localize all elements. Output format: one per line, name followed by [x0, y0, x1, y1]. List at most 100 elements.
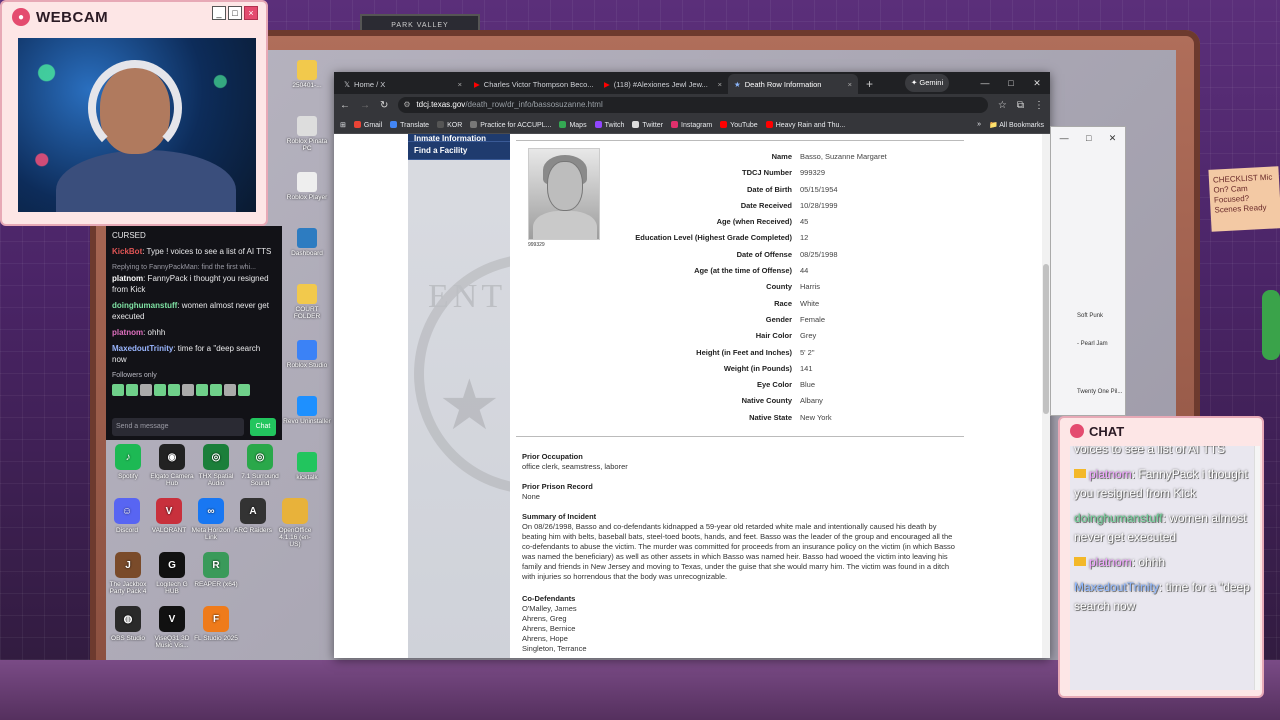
bookmark-star-icon[interactable]: ☆	[998, 100, 1007, 111]
desktop-icon[interactable]: COURT FOLDER	[282, 284, 332, 336]
nav-find-a-facility[interactable]: Find a Facility	[408, 142, 510, 160]
desktop-app[interactable]: ◉ Elgato Camera Hub	[150, 442, 194, 496]
kor-icon	[437, 120, 445, 128]
chat-username[interactable]: MaxedoutTrinity	[112, 344, 173, 353]
emote-icon[interactable]	[196, 384, 208, 396]
desktop-app[interactable]: A ARC Raiders	[232, 496, 274, 550]
desktop-icon[interactable]: Roblox Studio	[282, 340, 332, 392]
chat-message: CURSED	[112, 231, 146, 240]
new-tab-button[interactable]: +	[858, 74, 881, 94]
extensions-icon[interactable]: ⧉	[1017, 100, 1024, 111]
desktop-app[interactable]: V ViseQ31 3D Music Vis...	[150, 604, 194, 658]
meta-icon: ∞	[198, 498, 224, 524]
desktop-app[interactable]: ◍ OBS Studio	[106, 604, 150, 658]
chat-message-input[interactable]: Send a message	[112, 418, 244, 436]
desktop-app[interactable]: OpenOffice 4.1.16 (en-US)	[274, 496, 316, 550]
back-icon[interactable]: ←	[340, 100, 350, 111]
close-icon[interactable]: ×	[458, 80, 462, 89]
all-bookmarks[interactable]: 📁 All Bookmarks	[989, 121, 1044, 129]
emote-icon[interactable]	[140, 384, 152, 396]
minimize-icon[interactable]: —	[1060, 133, 1069, 143]
bookmark-item[interactable]: KOR	[437, 120, 462, 129]
desktop-icon[interactable]: 250401-...	[282, 60, 332, 112]
menu-icon[interactable]: ⋮	[1034, 100, 1044, 111]
bookmark-item[interactable]: Twitch	[594, 120, 624, 129]
bookmark-item[interactable]: YouTube	[720, 120, 758, 129]
emote-icon[interactable]	[238, 384, 250, 396]
desktop-icon[interactable]: Roblox Player	[282, 172, 332, 224]
emote-icon[interactable]	[126, 384, 138, 396]
desktop-app[interactable]: ◎ 7.1 Surround Sound	[238, 442, 282, 496]
desktop-icon[interactable]: Roblox Pinata PC	[282, 116, 332, 168]
address-bar[interactable]: ⚙ tdcj.texas.gov/death_row/dr_info/basso…	[398, 97, 988, 113]
desktop-app[interactable]: G Logitech G HUB	[150, 550, 194, 604]
bookmark-item[interactable]: Heavy Rain and Thu...	[765, 120, 845, 129]
close-icon[interactable]: ✕	[1024, 78, 1050, 89]
emote-icon[interactable]	[168, 384, 180, 396]
page-scrollbar[interactable]	[1042, 134, 1050, 658]
chat-line: platnom: FannyPack i thought you resigne…	[1074, 467, 1248, 500]
folder-icon	[297, 284, 317, 304]
chat-overlay-header: CHAT	[1060, 418, 1262, 444]
emote-icon[interactable]	[154, 384, 166, 396]
emote-icon[interactable]	[112, 384, 124, 396]
desktop-icon[interactable]: Revo Uninstaller	[282, 396, 332, 448]
bookmark-item[interactable]: Instagram	[671, 120, 712, 129]
list-item[interactable]: Twenty One Pil...	[1077, 389, 1122, 395]
more-bookmarks-icon[interactable]: »	[977, 121, 981, 128]
info-row: Height (in Feet and Inches) 5' 2"	[696, 347, 815, 357]
list-item[interactable]: - Pearl Jam	[1077, 341, 1108, 347]
bookmark-item[interactable]: Gmail	[353, 120, 382, 129]
headphones	[88, 60, 182, 156]
file-icon	[297, 116, 317, 136]
reload-icon[interactable]: ↻	[380, 100, 388, 111]
site-info-icon[interactable]: ⚙	[403, 97, 410, 113]
tab-youtube-1[interactable]: ▶Charles Victor Thompson Beco...×	[468, 74, 598, 94]
desktop-app[interactable]: V VALORANT	[148, 496, 190, 550]
tab-death-row-information[interactable]: ★ Death Row Information ×	[728, 74, 858, 94]
emote-icon[interactable]	[210, 384, 222, 396]
list-item[interactable]: Soft Punk	[1077, 313, 1103, 319]
nav-inmate-information[interactable]: Inmate Information	[408, 134, 510, 142]
chat-send-button[interactable]: Chat	[250, 418, 276, 436]
close-icon[interactable]: ×	[848, 80, 852, 89]
desktop-app[interactable]: ∞ Meta Horizon Link	[190, 496, 232, 550]
desktop-app[interactable]: R REAPER (x64)	[194, 550, 238, 604]
scroll-thumb[interactable]	[1043, 264, 1049, 414]
youtube-icon	[720, 120, 728, 128]
bookmark-item[interactable]: Practice for ACCUPL...	[470, 120, 551, 129]
bookmark-item[interactable]: Twitter	[632, 120, 663, 129]
desktop-app[interactable]: ☺ Discord	[106, 496, 148, 550]
forward-icon[interactable]: →	[360, 100, 370, 111]
desktop-icon[interactable]: Dashboard	[282, 228, 332, 280]
maximize-icon[interactable]: □	[998, 78, 1024, 89]
close-icon[interactable]: ✕	[1109, 133, 1117, 144]
desktop-app[interactable]: J The Jackbox Party Pack 4	[106, 550, 150, 604]
bookmark-item[interactable]: Maps	[559, 120, 587, 129]
emote-icon[interactable]	[224, 384, 236, 396]
minimize-icon[interactable]: —	[972, 78, 998, 89]
maximize-icon: □	[228, 6, 242, 20]
maximize-icon[interactable]: □	[1086, 133, 1091, 143]
chat-username[interactable]: platnom	[112, 274, 143, 283]
window-controls: — □ ✕	[972, 78, 1050, 89]
state-seal-watermark: ENT ★	[408, 194, 510, 658]
spotify-icon: ♪	[115, 444, 141, 470]
apps-grid-icon[interactable]: ⊞	[340, 121, 346, 129]
tab-youtube-2[interactable]: ▶ (118) #Alexiones Jewl Jew... ×	[598, 74, 728, 94]
desktop-app[interactable]: ♪ Spotify	[106, 442, 150, 496]
inmate-content: 999329 Name Basso, Suzanne Margaret TDCJ …	[516, 134, 964, 658]
bookmark-item[interactable]: Translate	[390, 120, 429, 129]
close-icon[interactable]: ×	[718, 80, 722, 89]
chat-overlay-scrollbar[interactable]	[1254, 446, 1260, 690]
plant	[1262, 290, 1280, 360]
chat-username[interactable]: doinghumanstuff	[112, 301, 177, 310]
chat-overlay: CHAT voices to see a list of AI TTS plat…	[1058, 416, 1264, 698]
gemini-button[interactable]: ✦ Gemini	[905, 74, 950, 92]
desktop-app[interactable]: F FL Studio 2025	[194, 604, 238, 658]
tab-home-x[interactable]: 𝕏 Home / X ×	[338, 74, 468, 94]
emote-icon[interactable]	[182, 384, 194, 396]
chat-username[interactable]: platnom	[112, 328, 143, 337]
chat-username[interactable]: KickBot	[112, 247, 142, 256]
desktop-app[interactable]: ◎ THX Spatial Audio	[194, 442, 238, 496]
